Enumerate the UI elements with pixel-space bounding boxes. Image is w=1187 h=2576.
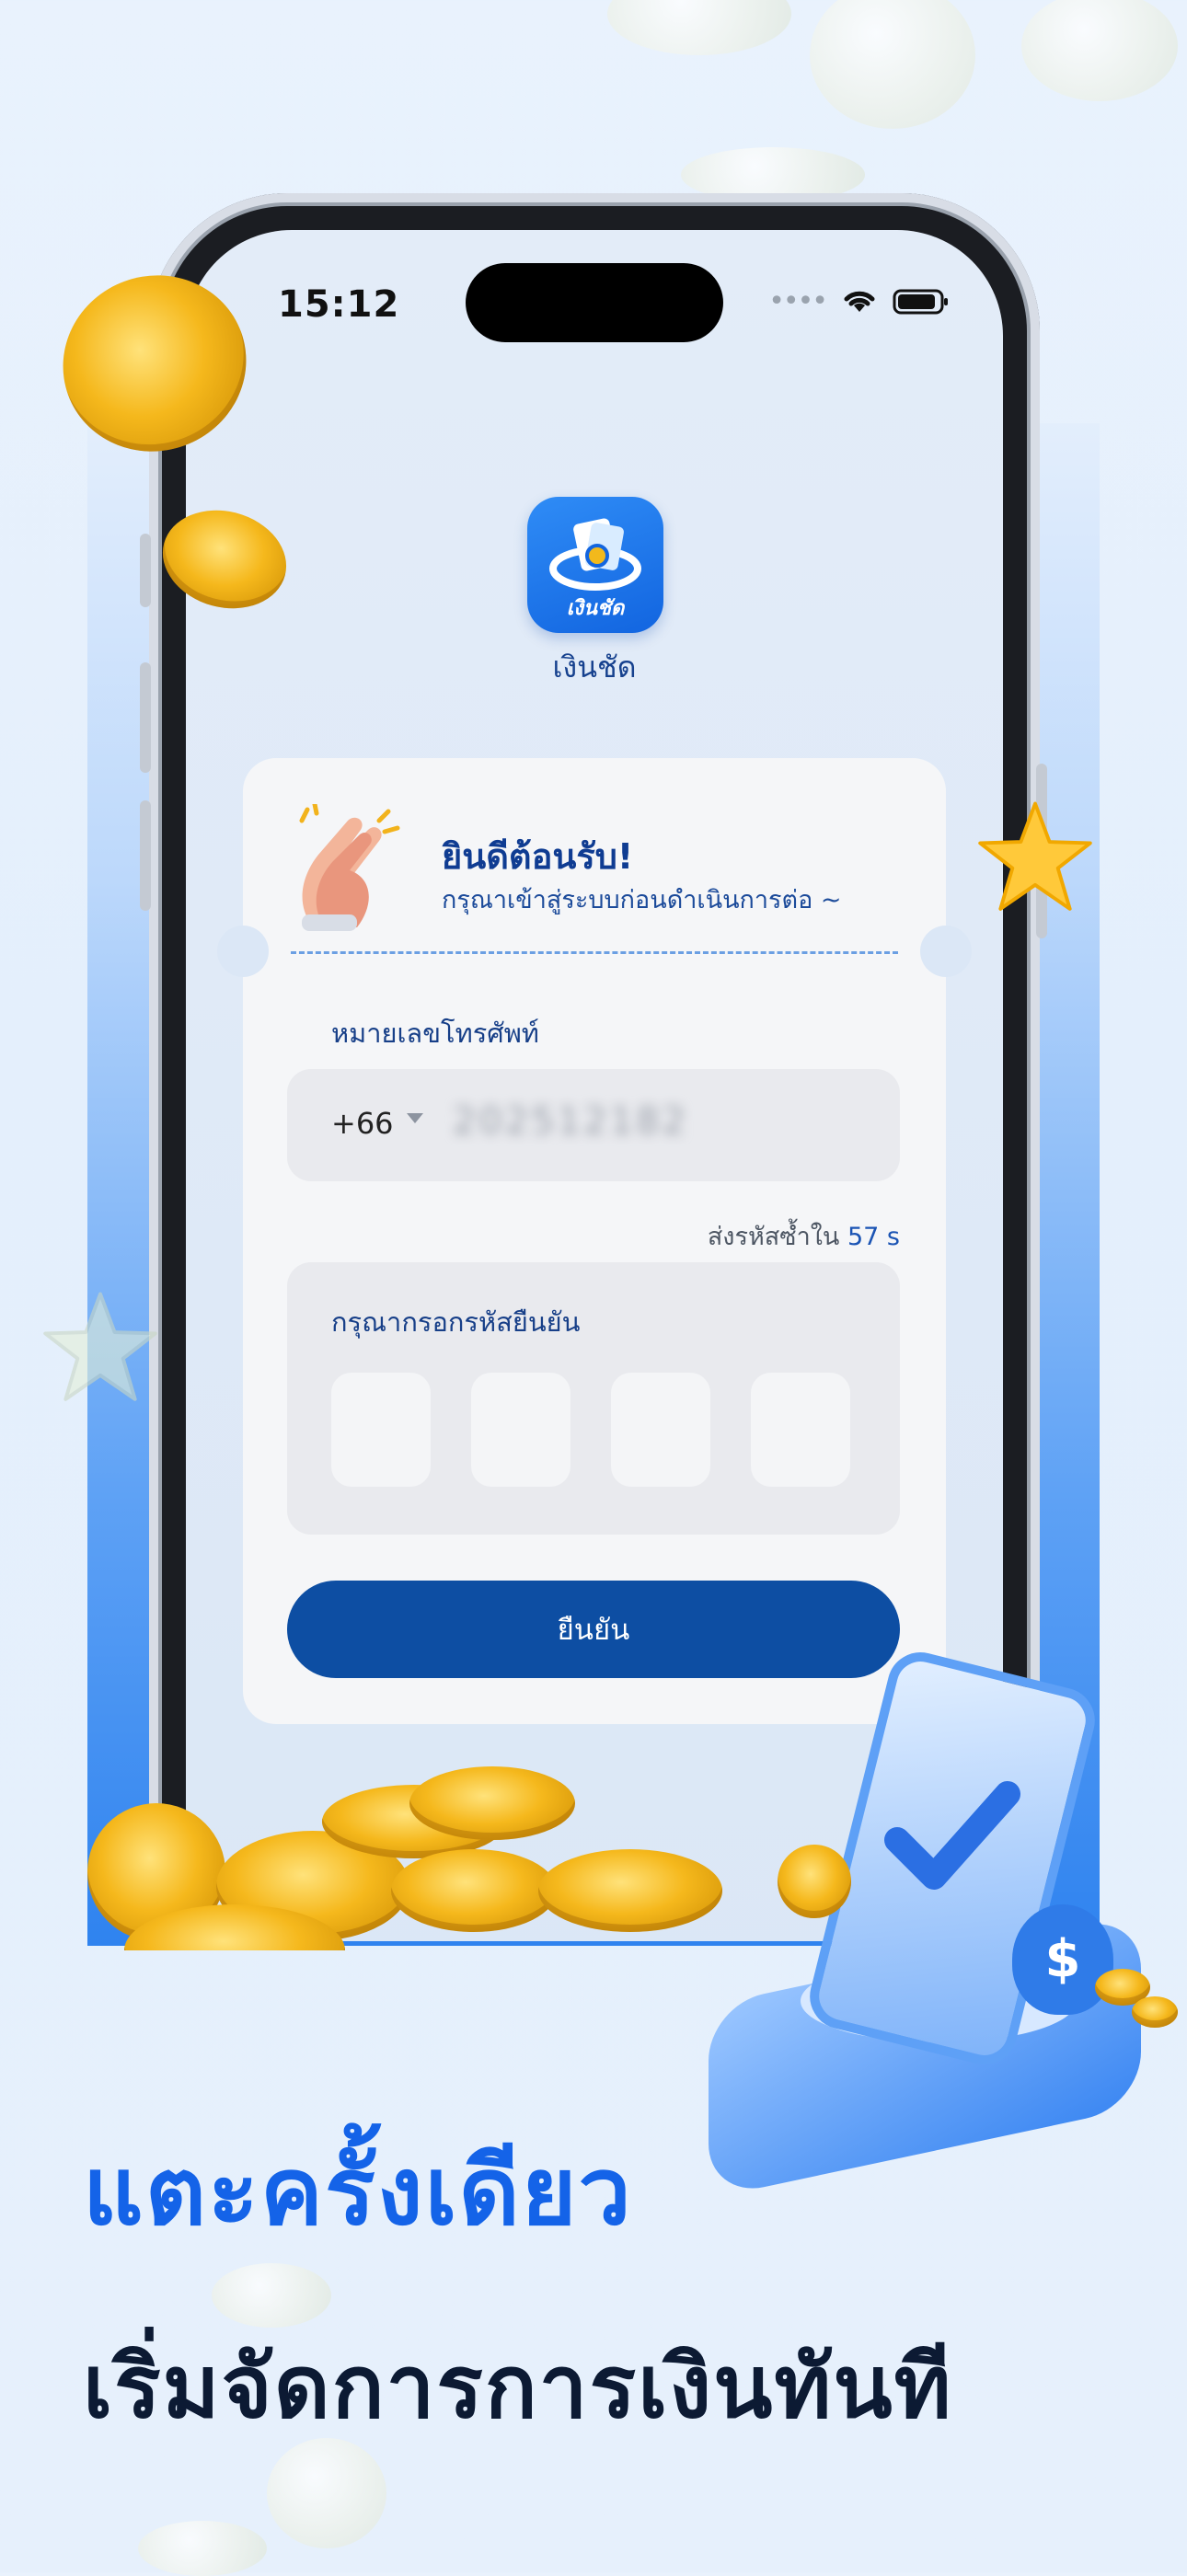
gold-coin-icon (391, 1849, 557, 1932)
verification-label: กรุณากรอกรหัสยืนยัน (331, 1306, 581, 1338)
clapping-hands-icon (299, 804, 400, 931)
resend-countdown: 57 s (847, 1223, 900, 1251)
app-logo: เงินชัด (527, 497, 663, 633)
background-coin (138, 2521, 267, 2576)
phone-volume-down (140, 800, 151, 911)
battery-icon (893, 289, 948, 314)
card-notch-left (217, 926, 269, 977)
phone-number-label: หมายเลขโทรศัพท์ (331, 1018, 539, 1049)
phone-number-value[interactable]: 202512182 (453, 1100, 688, 1143)
wallet-icon (549, 518, 641, 591)
phone-volume-up (140, 662, 151, 773)
resend-timer: ส่งรหัสซ้ำใน 57 s (708, 1216, 900, 1256)
gold-coin-icon (409, 1766, 575, 1840)
code-digit-2[interactable] (471, 1373, 570, 1487)
verification-panel: กรุณากรอกรหัสยืนยัน (287, 1262, 900, 1535)
gold-coin-icon (778, 1845, 851, 1918)
welcome-title: ยินดีต้อนรับ! (442, 836, 634, 877)
background-coin (810, 0, 975, 129)
dynamic-island (466, 263, 723, 342)
gold-coin-icon (1132, 1996, 1178, 2028)
money-bag-icon: $ (1012, 1904, 1113, 2015)
card-divider (291, 951, 898, 954)
star-icon (978, 801, 1092, 911)
phone-side-button (140, 534, 151, 607)
background-coin (1021, 0, 1178, 101)
headline-line-1: แตะครั้งเดียว (83, 2137, 633, 2247)
code-digit-4[interactable] (751, 1373, 850, 1487)
wifi-icon (844, 291, 875, 312)
background-coin (607, 0, 791, 55)
star-icon (43, 1292, 157, 1401)
check-icon (884, 1781, 1020, 1890)
signal-icon: •••• (768, 285, 828, 317)
status-time: 15:12 (278, 283, 400, 326)
app-icon-label: เงินชัด (566, 597, 625, 620)
status-icons: •••• (768, 285, 950, 317)
caret-down-icon[interactable] (407, 1113, 423, 1123)
phone-number-field[interactable]: +66 202512182 (287, 1069, 900, 1181)
headline-line-2: เริ่มจัดการการเงินทันที (83, 2338, 953, 2438)
resend-text: ส่งรหัสซ้ำใน (707, 1223, 840, 1251)
welcome-subtitle: กรุณาเข้าสู่ระบบก่อนดำเนินการต่อ ~ (442, 886, 842, 914)
country-code[interactable]: +66 (331, 1106, 394, 1141)
verified-phone-illustration: $ (709, 1645, 1187, 2199)
gold-coin-icon (538, 1849, 722, 1932)
app-name: เงินชัด (552, 650, 637, 684)
card-notch-right (920, 926, 972, 977)
login-card: ยินดีต้อนรับ! กรุณาเข้าสู่ระบบก่อนดำเนิน… (217, 758, 972, 1724)
coin-pile (87, 1766, 732, 1950)
code-digit-1[interactable] (331, 1373, 431, 1487)
code-digit-3[interactable] (611, 1373, 710, 1487)
